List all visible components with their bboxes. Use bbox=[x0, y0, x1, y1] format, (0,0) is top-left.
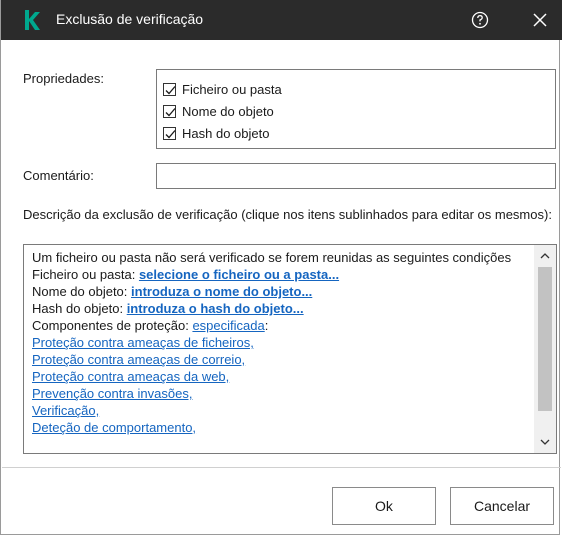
description-hash-row: Hash do objeto: introduza o hash do obje… bbox=[32, 300, 528, 317]
ok-button[interactable]: Ok bbox=[332, 487, 436, 525]
component-intrusion-prevention-link[interactable]: Prevenção contra invasões, bbox=[32, 385, 528, 402]
property-file-or-folder[interactable]: Ficheiro ou pasta bbox=[163, 79, 282, 99]
kaspersky-logo-icon bbox=[25, 10, 40, 30]
title-bar[interactable]: Exclusão de verificação bbox=[1, 0, 562, 40]
property-label: Hash do objeto bbox=[182, 125, 270, 141]
enter-hash-link[interactable]: introduza o hash do objeto... bbox=[127, 301, 304, 316]
property-object-hash[interactable]: Hash do objeto bbox=[163, 123, 269, 143]
component-behavior-detection-link[interactable]: Deteção de comportamento, bbox=[32, 419, 528, 436]
description-components-row: Componentes de proteção: especificada: bbox=[32, 317, 528, 334]
footer-divider bbox=[2, 467, 561, 468]
window-title: Exclusão de verificação bbox=[56, 11, 204, 27]
description-box: Um ficheiro ou pasta não será verificado… bbox=[23, 244, 557, 454]
cancel-button[interactable]: Cancelar bbox=[450, 487, 554, 525]
select-file-link[interactable]: selecione o ficheiro ou a pasta... bbox=[139, 267, 339, 282]
scroll-down-icon[interactable] bbox=[534, 431, 556, 453]
file-prefix: Ficheiro ou pasta: bbox=[32, 267, 139, 282]
description-name-row: Nome do objeto: introduza o nome do obje… bbox=[32, 283, 528, 300]
scroll-up-icon[interactable] bbox=[534, 245, 556, 267]
properties-label: Propriedades: bbox=[23, 71, 104, 86]
property-label: Nome do objeto bbox=[182, 103, 274, 119]
comment-input[interactable] bbox=[156, 163, 556, 189]
components-prefix: Componentes de proteção: bbox=[32, 318, 193, 333]
name-prefix: Nome do objeto: bbox=[32, 284, 132, 299]
close-icon[interactable] bbox=[529, 9, 551, 31]
scrollbar-thumb[interactable] bbox=[538, 267, 552, 411]
description-caption: Descrição da exclusão de verificação (cl… bbox=[23, 207, 552, 222]
component-scan-link[interactable]: Verificação, bbox=[32, 402, 528, 419]
property-label: Ficheiro ou pasta bbox=[182, 81, 282, 97]
checkbox[interactable] bbox=[163, 82, 176, 96]
component-mail-threat-link[interactable]: Proteção contra ameaças de correio, bbox=[32, 351, 528, 368]
checkbox[interactable] bbox=[163, 104, 176, 118]
hash-prefix: Hash do objeto: bbox=[32, 301, 127, 316]
enter-name-link[interactable]: introduza o nome do objeto... bbox=[131, 284, 312, 299]
components-link[interactable]: especificada bbox=[192, 318, 264, 333]
description-intro: Um ficheiro ou pasta não será verificado… bbox=[32, 250, 512, 265]
component-web-threat-link[interactable]: Proteção contra ameaças da web, bbox=[32, 368, 528, 385]
component-file-threat-link[interactable]: Proteção contra ameaças de ficheiros, bbox=[32, 334, 528, 351]
properties-list: Ficheiro ou pasta Nome do objeto Hash do… bbox=[156, 69, 556, 149]
description-scrollbar[interactable] bbox=[534, 245, 556, 453]
property-object-name[interactable]: Nome do objeto bbox=[163, 101, 274, 121]
comment-label: Comentário: bbox=[23, 168, 94, 183]
dialog: Exclusão de verificação Propriedades: Fi… bbox=[0, 0, 562, 535]
description-content: Um ficheiro ou pasta não será verificado… bbox=[32, 249, 528, 436]
help-icon[interactable] bbox=[469, 9, 491, 31]
description-file-row: Ficheiro ou pasta: selecione o ficheiro … bbox=[32, 266, 528, 283]
checkbox[interactable] bbox=[163, 126, 176, 140]
components-suffix: : bbox=[264, 318, 269, 333]
